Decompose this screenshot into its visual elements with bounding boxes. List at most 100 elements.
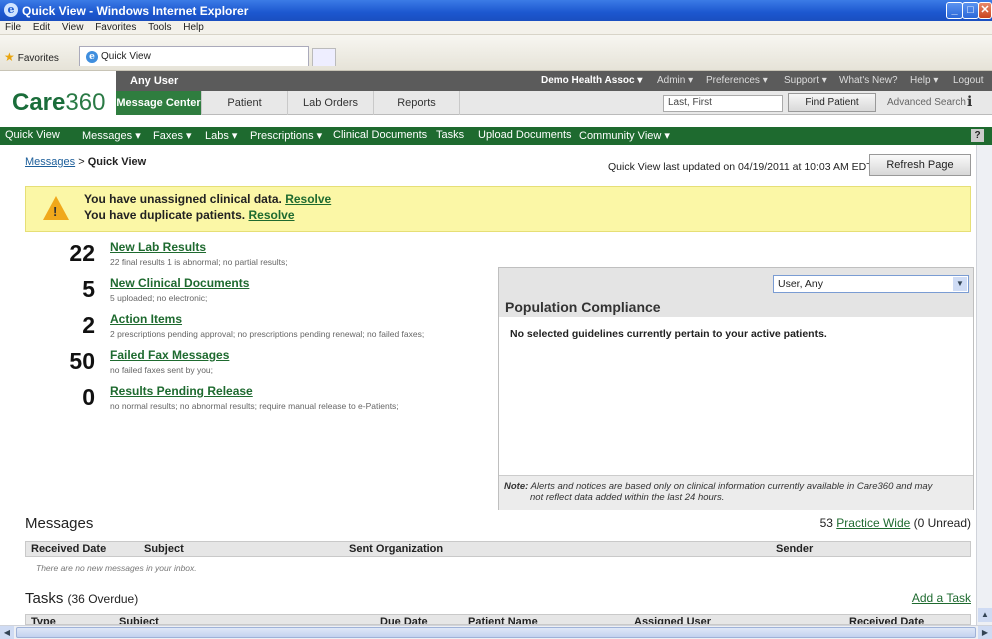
horizontal-scrollbar[interactable]: ◀ ▶ — [0, 625, 992, 639]
breadcrumb: Messages > Quick View — [25, 156, 147, 168]
resolve-duplicates-link[interactable]: Resolve — [249, 208, 295, 222]
tasks-table-header: Type Subject Due Date Patient Name Assig… — [25, 614, 971, 625]
menu-view[interactable]: View — [62, 22, 84, 33]
find-patient-button[interactable]: Find Patient — [788, 93, 876, 112]
col-subject[interactable]: Subject — [144, 543, 184, 555]
window-title: Quick View - Windows Internet Explorer — [22, 4, 249, 18]
refresh-page-button[interactable]: Refresh Page — [869, 154, 971, 176]
star-icon: ★ — [4, 50, 15, 64]
user-name: Any User — [130, 75, 179, 87]
advanced-search-link[interactable]: Advanced Search — [887, 97, 966, 108]
main-content: Messages > Quick View Quick View last up… — [0, 145, 992, 625]
population-note: Note: Alerts and notices are based only … — [499, 475, 973, 510]
scroll-left-icon[interactable]: ◀ — [0, 626, 14, 639]
col-received-date[interactable]: Received Date — [31, 543, 106, 555]
care360-logo: Care360 — [12, 89, 106, 116]
help-menu[interactable]: Help ▾ — [910, 75, 938, 86]
menu-tools[interactable]: Tools — [148, 22, 171, 33]
breadcrumb-current: Quick View — [87, 156, 147, 168]
tab-lab-orders[interactable]: Lab Orders — [288, 91, 374, 115]
duplicate-patients-alert: You have duplicate patients. Resolve — [84, 208, 295, 222]
population-compliance-message: No selected guidelines currently pertain… — [510, 328, 827, 340]
menu-file[interactable]: File — [5, 22, 21, 33]
menu-help[interactable]: Help — [183, 22, 204, 33]
org-menu[interactable]: Demo Health Assoc ▾ — [541, 75, 642, 86]
failed-fax-messages-link[interactable]: Failed Fax Messages — [110, 348, 229, 362]
close-button[interactable]: ✕ — [978, 2, 992, 19]
scroll-up-icon[interactable]: ▲ — [978, 608, 992, 622]
col-sent-organization[interactable]: Sent Organization — [349, 543, 443, 555]
nav-upload-documents[interactable]: Upload Documents — [478, 129, 572, 141]
nav-faxes[interactable]: Faxes ▾ — [153, 129, 192, 142]
population-compliance-title: Population Compliance — [505, 299, 661, 315]
nav-community-view[interactable]: Community View ▾ — [579, 129, 670, 142]
col-task-received-date[interactable]: Received Date — [849, 616, 924, 624]
col-patient-name[interactable]: Patient Name — [468, 616, 538, 624]
breadcrumb-messages-link[interactable]: Messages — [25, 156, 75, 168]
tab-reports[interactable]: Reports — [374, 91, 460, 115]
preferences-menu[interactable]: Preferences ▾ — [706, 75, 768, 86]
alert-banner: ! You have unassigned clinical data. Res… — [25, 186, 971, 232]
population-compliance-panel: User, Any ▼ Population Compliance No sele… — [498, 267, 974, 510]
admin-menu[interactable]: Admin ▾ — [657, 75, 693, 86]
nav-tasks[interactable]: Tasks — [436, 129, 464, 141]
tab-message-center[interactable]: Message Center — [116, 91, 202, 115]
app-header: Care360 Any User Demo Health Assoc ▾ Adm… — [0, 71, 992, 127]
col-due-date[interactable]: Due Date — [380, 616, 428, 624]
practice-wide-summary: 53 Practice Wide (0 Unread) — [819, 516, 971, 530]
messages-heading: Messages — [25, 515, 94, 532]
title-bar: e Quick View - Windows Internet Explorer… — [0, 0, 992, 21]
nav-messages[interactable]: Messages ▾ — [82, 129, 141, 142]
scrollbar-thumb[interactable] — [16, 627, 976, 638]
new-lab-results-link[interactable]: New Lab Results — [110, 240, 206, 254]
browser-tab[interactable]: e Quick View — [79, 46, 309, 66]
stat-failed-fax-messages: 50 Failed Fax Messages no failed faxes s… — [69, 348, 230, 375]
user-bar: Any User Demo Health Assoc ▾ Admin ▾ Pre… — [116, 71, 992, 91]
menu-favorites[interactable]: Favorites — [95, 22, 136, 33]
chevron-down-icon: ▼ — [953, 277, 967, 291]
nav-quick-view[interactable]: Quick View — [5, 129, 60, 141]
menu-edit[interactable]: Edit — [33, 22, 50, 33]
empty-inbox-message: There are no new messages in your inbox. — [36, 563, 197, 573]
secondary-nav: Quick View Messages ▾ Faxes ▾ Labs ▾ Pre… — [0, 127, 992, 145]
help-icon[interactable]: ℹ — [967, 93, 972, 110]
help-question-icon[interactable]: ? — [971, 129, 984, 142]
scroll-right-icon[interactable]: ▶ — [978, 626, 992, 639]
col-type[interactable]: Type — [31, 616, 56, 624]
menu-bar: File Edit View Favorites Tools Help — [0, 21, 992, 35]
favorites-bar: ★ Favorites e Quick View — [0, 35, 992, 71]
main-tabs: Message Center Patient Lab Orders Report… — [116, 91, 992, 115]
nav-labs[interactable]: Labs ▾ — [205, 129, 237, 142]
tab-patient[interactable]: Patient — [202, 91, 288, 115]
col-task-subject[interactable]: Subject — [119, 616, 159, 624]
user-select[interactable]: User, Any ▼ — [773, 275, 969, 293]
ie-page-icon: e — [86, 51, 98, 63]
whats-new-link[interactable]: What's New? — [839, 75, 898, 86]
new-clinical-documents-link[interactable]: New Clinical Documents — [110, 276, 249, 290]
maximize-button[interactable]: □ — [962, 2, 979, 19]
support-menu[interactable]: Support ▾ — [784, 75, 827, 86]
vertical-scrollbar[interactable]: ▲ — [976, 145, 992, 625]
ie-icon: e — [4, 3, 18, 17]
col-assigned-user[interactable]: Assigned User — [634, 616, 711, 624]
stat-action-items: 2 Action Items 2 prescriptions pending a… — [82, 312, 425, 339]
stat-new-clinical-documents: 5 New Clinical Documents 5 uploaded; no … — [82, 276, 250, 303]
nav-clinical-documents[interactable]: Clinical Documents — [333, 129, 427, 141]
col-sender[interactable]: Sender — [776, 543, 813, 555]
practice-wide-link[interactable]: Practice Wide — [836, 516, 910, 530]
nav-prescriptions[interactable]: Prescriptions ▾ — [250, 129, 322, 142]
results-pending-release-link[interactable]: Results Pending Release — [110, 384, 253, 398]
new-tab-button[interactable] — [312, 48, 336, 66]
action-items-link[interactable]: Action Items — [110, 312, 182, 326]
tasks-heading: Tasks (36 Overdue) — [25, 590, 139, 607]
resolve-unassigned-link[interactable]: Resolve — [285, 192, 331, 206]
stat-new-lab-results: 22 New Lab Results 22 final results 1 is… — [69, 240, 288, 267]
add-task-link[interactable]: Add a Task — [912, 591, 971, 605]
logout-link[interactable]: Logout — [953, 75, 984, 86]
minimize-button[interactable]: _ — [946, 2, 963, 19]
patient-search-input[interactable]: Last, First — [663, 95, 783, 112]
stat-results-pending-release: 0 Results Pending Release no normal resu… — [82, 384, 399, 411]
messages-table-header: Received Date Subject Sent Organization … — [25, 541, 971, 557]
favorites-button[interactable]: ★ Favorites — [4, 50, 59, 64]
unassigned-data-alert: You have unassigned clinical data. Resol… — [84, 192, 332, 206]
